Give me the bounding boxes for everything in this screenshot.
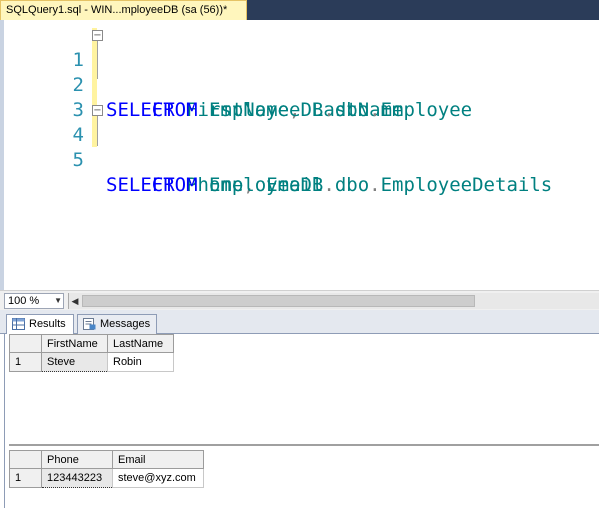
fold-guide <box>97 41 98 79</box>
horizontal-scrollbar[interactable]: ◀ <box>68 293 599 309</box>
document-tab-strip: SQLQuery1.sql - WIN...mployeeDB (sa (56)… <box>0 0 599 20</box>
code-token: dbo <box>334 99 370 121</box>
result-table-1: FirstName LastName 1 Steve Robin <box>9 334 174 372</box>
cell-email[interactable]: steve@xyz.com <box>112 468 204 488</box>
query-document-tab-title: SQLQuery1.sql - WIN...mployeeDB (sa (56)… <box>6 4 228 16</box>
grid-icon <box>12 318 25 330</box>
result-grid-2[interactable]: Phone Email 1 123443223 steve@xyz.com <box>9 450 599 508</box>
zoom-value: 100 % <box>8 295 40 307</box>
tab-results[interactable]: Results <box>6 314 74 335</box>
code-line-1[interactable]: 1 − SELECT FirstName, LastName <box>4 23 403 121</box>
column-header-phone[interactable]: Phone <box>41 450 113 469</box>
header-row: Phone Email <box>9 450 204 469</box>
code-line-2[interactable]: 2 FROM EmployeeDB.dbo.Employee <box>4 48 473 121</box>
result-table-2: Phone Email 1 123443223 steve@xyz.com <box>9 450 204 488</box>
code-token: FROM <box>151 99 198 121</box>
code-line-5[interactable]: 5 FROM EmployeeDB.dbo.EmployeeDetails <box>4 123 553 196</box>
messages-icon <box>83 318 96 330</box>
code-token: Employee <box>380 99 473 121</box>
code-token: EmployeeDB <box>208 99 324 121</box>
scrollbar-thumb[interactable] <box>82 295 475 307</box>
column-header-email[interactable]: Email <box>112 450 204 469</box>
code-token: . <box>369 99 381 121</box>
zoom-dropdown[interactable]: 100 % ▼ <box>4 293 64 309</box>
code-token: . <box>323 174 335 196</box>
collapse-icon[interactable]: − <box>92 105 103 116</box>
header-row: FirstName LastName <box>9 334 174 353</box>
column-header-firstname[interactable]: FirstName <box>41 334 108 353</box>
scroll-left-icon[interactable]: ◀ <box>69 293 81 309</box>
code-token: FROM <box>151 174 198 196</box>
tab-messages[interactable]: Messages <box>77 314 157 334</box>
cell-lastname[interactable]: Robin <box>107 352 174 372</box>
row-number[interactable]: 1 <box>9 352 42 372</box>
code-text: FROM EmployeeDB.dbo.EmployeeDetails <box>106 173 552 198</box>
code-token: EmployeeDetails <box>380 174 553 196</box>
code-token: EmployeeDB <box>208 174 324 196</box>
query-document-tab[interactable]: SQLQuery1.sql - WIN...mployeeDB (sa (56)… <box>0 0 247 20</box>
tab-messages-label: Messages <box>100 318 151 330</box>
table-row[interactable]: 1 123443223 steve@xyz.com <box>9 468 204 488</box>
cell-firstname[interactable]: Steve <box>41 352 108 372</box>
row-header-corner[interactable] <box>9 450 42 469</box>
cell-phone[interactable]: 123443223 <box>41 468 113 488</box>
row-number[interactable]: 1 <box>9 468 42 488</box>
collapse-icon[interactable]: − <box>92 30 103 41</box>
result-grid-1[interactable]: FirstName LastName 1 Steve Robin <box>9 334 599 446</box>
fold-guide <box>97 116 98 146</box>
column-header-lastname[interactable]: LastName <box>107 334 174 353</box>
dropdown-arrow-icon[interactable]: ▼ <box>54 294 62 308</box>
code-token: . <box>369 174 381 196</box>
editor-status-bar: 100 % ▼ ◀ <box>0 290 599 310</box>
table-row[interactable]: 1 Steve Robin <box>9 352 174 372</box>
results-tab-strip: Results Messages <box>0 310 599 335</box>
code-line-3[interactable]: 3 <box>4 73 84 121</box>
code-token: . <box>323 99 335 121</box>
row-header-corner[interactable] <box>9 334 42 353</box>
line-number: 5 <box>72 149 84 171</box>
query-editor[interactable]: 1 − SELECT FirstName, LastName 2 FROM Em… <box>0 20 599 290</box>
code-line-4[interactable]: 4 − SELECT Phone, Email <box>4 98 323 196</box>
tab-results-label: Results <box>29 318 66 330</box>
code-text: FROM EmployeeDB.dbo.Employee <box>106 98 472 123</box>
results-pane: FirstName LastName 1 Steve Robin Phone E… <box>4 334 599 508</box>
code-token: dbo <box>334 174 370 196</box>
